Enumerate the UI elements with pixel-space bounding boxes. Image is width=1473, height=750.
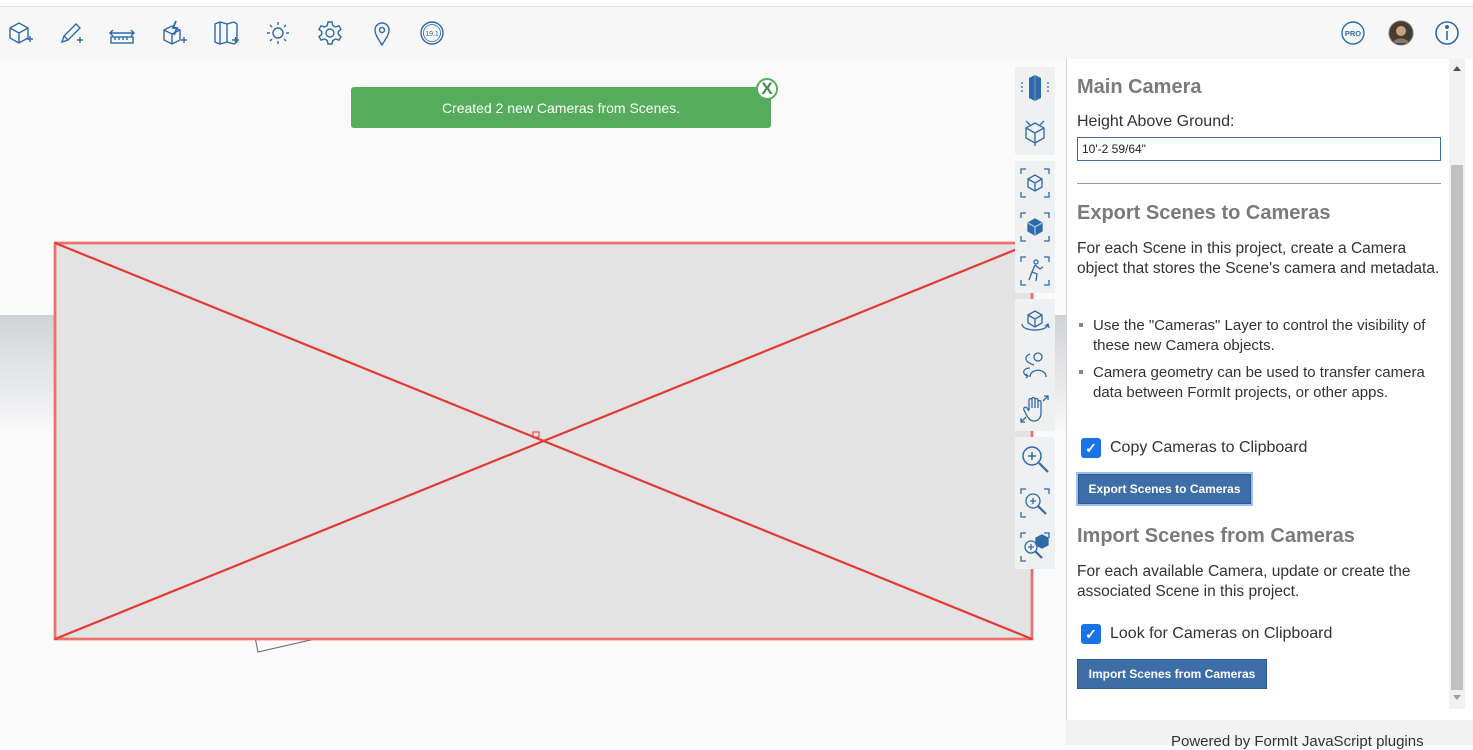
camera-geometry[interactable]	[0, 59, 1066, 745]
scroll-thumb[interactable]	[1451, 165, 1463, 690]
export-heading: Export Scenes to Cameras	[1077, 202, 1331, 224]
nav-group-zoom	[1015, 437, 1055, 569]
import-scenes-button[interactable]: Import Scenes from Cameras	[1077, 659, 1267, 689]
panel-scrollbar[interactable]	[1449, 59, 1465, 709]
list-item: Camera geometry can be used to transfer …	[1077, 363, 1441, 403]
view-cube-icon[interactable]	[1015, 111, 1055, 155]
zoom-fit-icon[interactable]	[1015, 525, 1055, 569]
zoom-window-icon[interactable]	[1015, 481, 1055, 525]
main-camera-heading: Main Camera	[1077, 76, 1202, 98]
import-heading: Import Scenes from Cameras	[1077, 525, 1355, 547]
panel-footer: Powered by FormIt JavaScript plugins	[1066, 720, 1473, 750]
scroll-up-arrow[interactable]	[1453, 66, 1461, 71]
pan-icon[interactable]	[1015, 387, 1055, 431]
info-icon[interactable]	[1431, 17, 1463, 49]
scroll-down-arrow[interactable]	[1453, 695, 1461, 700]
perspective-camera-icon[interactable]	[1015, 67, 1055, 111]
copy-cameras-checkbox-row[interactable]: ✓ Copy Cameras to Clipboard	[1081, 438, 1307, 458]
notification-close-button[interactable]: X	[756, 78, 778, 100]
object-tool-icon[interactable]	[4, 17, 36, 49]
nav-group-orbit	[1015, 299, 1055, 431]
look-cameras-checkbox-row[interactable]: ✓ Look for Cameras on Clipboard	[1081, 624, 1332, 644]
scene-tool-icon[interactable]	[210, 17, 242, 49]
bullet-text: Use the "Cameras" Layer to control the v…	[1093, 317, 1426, 354]
height-label: Height Above Ground:	[1077, 113, 1235, 130]
section-divider	[1077, 183, 1441, 184]
zoom-selected-icon[interactable]	[1015, 205, 1055, 249]
svg-text:PRO: PRO	[1345, 29, 1361, 38]
zoom-icon[interactable]	[1015, 437, 1055, 481]
look-around-icon[interactable]	[1015, 343, 1055, 387]
export-scenes-button[interactable]: Export Scenes to Cameras	[1076, 472, 1253, 506]
bullet-marker	[1079, 370, 1083, 374]
plugin-manager-icon[interactable]	[158, 17, 190, 49]
import-description: For each available Camera, update or cre…	[1077, 563, 1411, 600]
notification-banner: Created 2 new Cameras from Scenes.	[351, 87, 771, 128]
location-pin-icon[interactable]	[366, 17, 398, 49]
version-badge-icon[interactable]: 19.1	[416, 17, 448, 49]
settings-gear-icon[interactable]	[314, 17, 346, 49]
nav-group-view	[1015, 67, 1055, 155]
look-cameras-label: Look for Cameras on Clipboard	[1110, 625, 1333, 642]
nav-group-zoom-extents	[1015, 161, 1055, 293]
copy-cameras-checkbox[interactable]: ✓	[1081, 438, 1101, 458]
copy-cameras-label: Copy Cameras to Clipboard	[1110, 439, 1308, 456]
export-bullet-list: Use the "Cameras" Layer to control the v…	[1077, 316, 1441, 410]
main-toolbar: 19.1 PRO	[0, 6, 1473, 60]
navigation-tools	[1015, 67, 1055, 575]
pro-badge-icon[interactable]: PRO	[1337, 17, 1369, 49]
list-item: Use the "Cameras" Layer to control the v…	[1077, 316, 1441, 356]
export-description: For each Scene in this project, create a…	[1077, 240, 1440, 277]
walkthrough-icon[interactable]	[1015, 249, 1055, 293]
sketch-tool-icon[interactable]	[55, 17, 87, 49]
sun-shadow-icon[interactable]	[262, 17, 294, 49]
measure-tool-icon[interactable]	[106, 17, 138, 49]
height-above-ground-input[interactable]	[1077, 137, 1441, 161]
notification-message: Created 2 new Cameras from Scenes.	[441, 99, 681, 116]
user-avatar[interactable]	[1385, 17, 1417, 49]
3d-viewport[interactable]	[0, 59, 1066, 745]
look-cameras-checkbox[interactable]: ✓	[1081, 624, 1101, 644]
bullet-text: Camera geometry can be used to transfer …	[1093, 364, 1425, 401]
powered-by-text: Powered by FormIt JavaScript plugins	[1171, 733, 1424, 750]
zoom-extents-icon[interactable]	[1015, 161, 1055, 205]
bullet-marker	[1079, 323, 1083, 327]
orbit-icon[interactable]	[1015, 299, 1055, 343]
svg-text:19.1: 19.1	[425, 31, 439, 38]
plugin-panel: Main Camera Height Above Ground: Export …	[1066, 59, 1473, 745]
